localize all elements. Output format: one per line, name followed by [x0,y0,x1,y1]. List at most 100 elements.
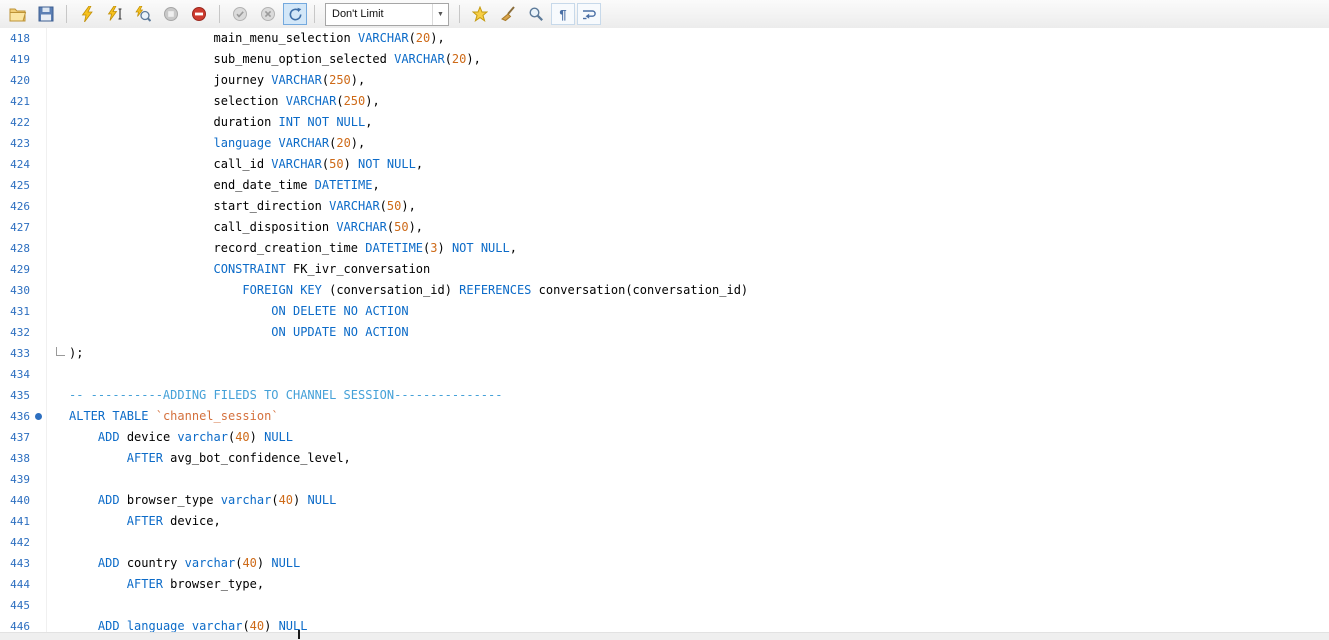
open-folder-icon [9,7,27,22]
marker-margin [30,574,46,595]
open-script-button[interactable] [5,2,31,26]
fold-margin [46,217,69,238]
code-line[interactable]: 418 main_menu_selection VARCHAR(20), [0,28,1329,49]
marker-margin [30,364,46,385]
toolbar-separator [219,5,220,23]
code-line[interactable]: 423 language VARCHAR(20), [0,133,1329,154]
fold-margin [46,154,69,175]
line-number: 418 [0,28,30,49]
fold-margin [46,259,69,280]
marker-margin [30,217,46,238]
line-number: 433 [0,343,30,364]
code-line[interactable]: 438 AFTER avg_bot_confidence_level, [0,448,1329,469]
code-line[interactable]: 424 call_id VARCHAR(50) NOT NULL, [0,154,1329,175]
find-button[interactable] [523,2,549,26]
fold-margin [46,49,69,70]
fold-margin [46,448,69,469]
marker-margin [30,595,46,616]
code-line[interactable]: 444 AFTER browser_type, [0,574,1329,595]
code-line[interactable]: 445 [0,595,1329,616]
lightning-cursor-icon [107,6,123,22]
toggle-autocommit-button[interactable] [283,3,307,25]
toggle-stop-on-error-button[interactable] [186,2,212,26]
limit-rows-value: Don't Limit [326,8,432,20]
code-text: AFTER browser_type, [69,574,264,595]
code-line[interactable]: 421 selection VARCHAR(250), [0,91,1329,112]
code-line[interactable]: 441 AFTER device, [0,511,1329,532]
execute-all-button[interactable] [74,2,100,26]
toggle-wrap-text-button[interactable] [577,3,601,25]
marker-margin [30,427,46,448]
code-text: sub_menu_option_selected VARCHAR(20), [69,49,481,70]
horizontal-scrollbar[interactable] [0,632,1329,640]
code-line[interactable]: 432 ON UPDATE NO ACTION [0,322,1329,343]
execute-current-statement-button[interactable] [102,2,128,26]
code-text: AFTER device, [69,511,221,532]
line-number: 424 [0,154,30,175]
code-line[interactable]: 435 -- ----------ADDING FILEDS TO CHANNEL… [0,385,1329,406]
beautify-button[interactable] [495,2,521,26]
commit-button[interactable] [227,2,253,26]
code-line[interactable]: 443 ADD country varchar(40) NULL [0,553,1329,574]
code-text: ); [69,343,83,364]
limit-rows-dropdown[interactable]: Don't Limit ▼ [325,3,449,26]
marker-margin [30,448,46,469]
code-line[interactable]: 434 [0,364,1329,385]
code-line[interactable]: 429 CONSTRAINT FK_ivr_conversation [0,259,1329,280]
line-number: 422 [0,112,30,133]
sql-editor-toolbar: Don't Limit ▼ ¶ [0,0,1329,29]
code-line[interactable]: 427 call_disposition VARCHAR(50), [0,217,1329,238]
code-line[interactable]: 433); [0,343,1329,364]
code-text: -- ----------ADDING FILEDS TO CHANNEL SE… [69,385,502,406]
fold-margin [46,406,69,427]
marker-margin [30,553,46,574]
code-line[interactable]: 422 duration INT NOT NULL, [0,112,1329,133]
fold-margin [46,553,69,574]
save-script-button[interactable] [33,2,59,26]
line-number: 428 [0,238,30,259]
toggle-invisible-characters-button[interactable]: ¶ [551,3,575,25]
marker-margin [30,343,46,364]
line-number: 435 [0,385,30,406]
marker-margin [30,196,46,217]
code-line[interactable]: 426 start_direction VARCHAR(50), [0,196,1329,217]
line-number: 442 [0,532,30,553]
fold-margin [46,28,69,49]
code-line[interactable]: 428 record_creation_time DATETIME(3) NOT… [0,238,1329,259]
code-text: ON DELETE NO ACTION [69,301,409,322]
fold-margin [46,91,69,112]
code-line[interactable]: 431 ON DELETE NO ACTION [0,301,1329,322]
code-line[interactable]: 420 journey VARCHAR(250), [0,70,1329,91]
explain-plan-button[interactable] [130,2,156,26]
marker-margin [30,532,46,553]
fold-margin [46,322,69,343]
code-lines: 418 main_menu_selection VARCHAR(20),419 … [0,28,1329,637]
fold-margin [46,343,69,364]
line-number: 432 [0,322,30,343]
line-number: 431 [0,301,30,322]
save-snippet-button[interactable] [467,2,493,26]
code-text: AFTER avg_bot_confidence_level, [69,448,351,469]
sql-code-editor[interactable]: 418 main_menu_selection VARCHAR(20),419 … [0,28,1329,640]
line-number: 423 [0,133,30,154]
code-text: FOREIGN KEY (conversation_id) REFERENCES… [69,280,748,301]
rollback-x-icon [260,6,276,22]
code-line[interactable]: 439 [0,469,1329,490]
code-line[interactable]: 442 [0,532,1329,553]
line-number: 443 [0,553,30,574]
code-line[interactable]: 437 ADD device varchar(40) NULL [0,427,1329,448]
rollback-button[interactable] [255,2,281,26]
marker-margin [30,511,46,532]
code-text: end_date_time DATETIME, [69,175,380,196]
line-number: 425 [0,175,30,196]
code-line[interactable]: 430 FOREIGN KEY (conversation_id) REFERE… [0,280,1329,301]
fold-margin [46,595,69,616]
code-line[interactable]: 436ALTER TABLE `channel_session` [0,406,1329,427]
code-text: record_creation_time DATETIME(3) NOT NUL… [69,238,517,259]
code-line[interactable]: 419 sub_menu_option_selected VARCHAR(20)… [0,49,1329,70]
code-text: ADD country varchar(40) NULL [69,553,300,574]
marker-margin [30,301,46,322]
stop-button[interactable] [158,2,184,26]
code-line[interactable]: 440 ADD browser_type varchar(40) NULL [0,490,1329,511]
code-line[interactable]: 425 end_date_time DATETIME, [0,175,1329,196]
